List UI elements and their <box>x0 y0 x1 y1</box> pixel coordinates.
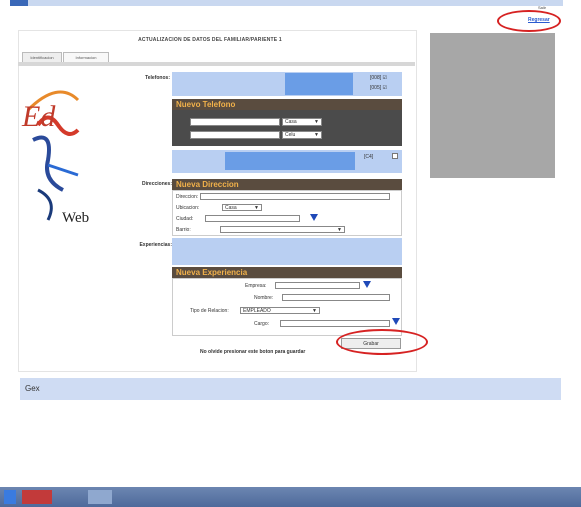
ciudad-filter-icon[interactable] <box>310 214 318 221</box>
save-notice: No olvide presionar este boton para guar… <box>200 349 306 355</box>
direcciones-label: Direcciones: <box>141 181 172 187</box>
empresa-filter-icon[interactable] <box>363 281 371 288</box>
experiencias-box <box>172 238 402 265</box>
tipo-relacion-select[interactable]: EMPLEADO ▼ <box>240 307 320 314</box>
footer-bar <box>20 378 561 400</box>
telefono-input-1[interactable] <box>190 118 280 126</box>
telefono-extra-highlight <box>225 152 355 170</box>
red-highlight-circle-button <box>336 329 428 355</box>
logo-web-text: Web <box>62 210 90 226</box>
empresa-input[interactable] <box>275 282 360 289</box>
telefono-type-select-1[interactable]: Casa ▼ <box>282 118 322 126</box>
ciudad-label: Ciudad: <box>176 216 194 222</box>
nombre-input[interactable] <box>282 294 390 301</box>
cargo-input[interactable] <box>280 320 390 327</box>
direccion-label: Direccion: <box>176 194 199 200</box>
nuevo-telefono-header: Nuevo Telefono <box>172 99 402 110</box>
tipo-relacion-label: Tipo de Relacion: <box>190 308 229 314</box>
direccion-input[interactable] <box>200 193 390 200</box>
panel-title: ACTUALIZACION DE DATOS DEL FAMILIAR/PARI… <box>138 37 282 43</box>
cargo-label: Cargo: <box>254 321 270 327</box>
top-bar-tab <box>10 0 28 6</box>
telefono-item-2[interactable]: [005] ☑ <box>370 85 387 91</box>
salir-link[interactable]: Salir <box>538 5 546 10</box>
telefono-item-1[interactable]: [008] ☑ <box>370 75 387 81</box>
photo-placeholder <box>430 33 555 178</box>
ciudad-input[interactable] <box>205 215 300 222</box>
telefono-type-select-2[interactable]: Celu ▼ <box>282 131 322 139</box>
ubicacion-select[interactable]: Casa ▼ <box>222 204 262 211</box>
barrio-label: Barrio: <box>176 227 191 233</box>
telefonos-label: Telefonos: <box>145 75 170 81</box>
footer-logo: Gex <box>25 384 40 393</box>
top-bar-band <box>18 0 563 6</box>
empresa-label: Empresa: <box>245 283 267 289</box>
telefono-input-2[interactable] <box>190 131 280 139</box>
barrio-select[interactable]: ▼ <box>220 226 345 233</box>
nombre-label: Nombre: <box>254 295 274 301</box>
nuevo-telefono-body <box>172 110 402 146</box>
top-bar <box>0 0 581 12</box>
taskbar-app-icon-1[interactable] <box>22 490 52 504</box>
taskbar-app-icon-2[interactable] <box>88 490 112 504</box>
telefono-extra-checkbox[interactable] <box>392 153 398 159</box>
red-highlight-circle-top <box>497 10 561 32</box>
telefono-extra-item[interactable]: [C4] <box>364 154 373 160</box>
tab-divider <box>18 62 415 66</box>
start-icon[interactable] <box>4 490 16 504</box>
nueva-experiencia-header: Nueva Experiencia <box>172 267 402 278</box>
experiencias-label: Experiencias: <box>139 242 172 248</box>
telefonos-highlight <box>285 73 353 95</box>
ubicacion-label: Ubicacion: <box>176 205 200 211</box>
nueva-direccion-header: Nueva Direccion <box>172 179 402 190</box>
cargo-filter-icon[interactable] <box>392 318 400 325</box>
logo-letters: Ed <box>22 100 56 133</box>
